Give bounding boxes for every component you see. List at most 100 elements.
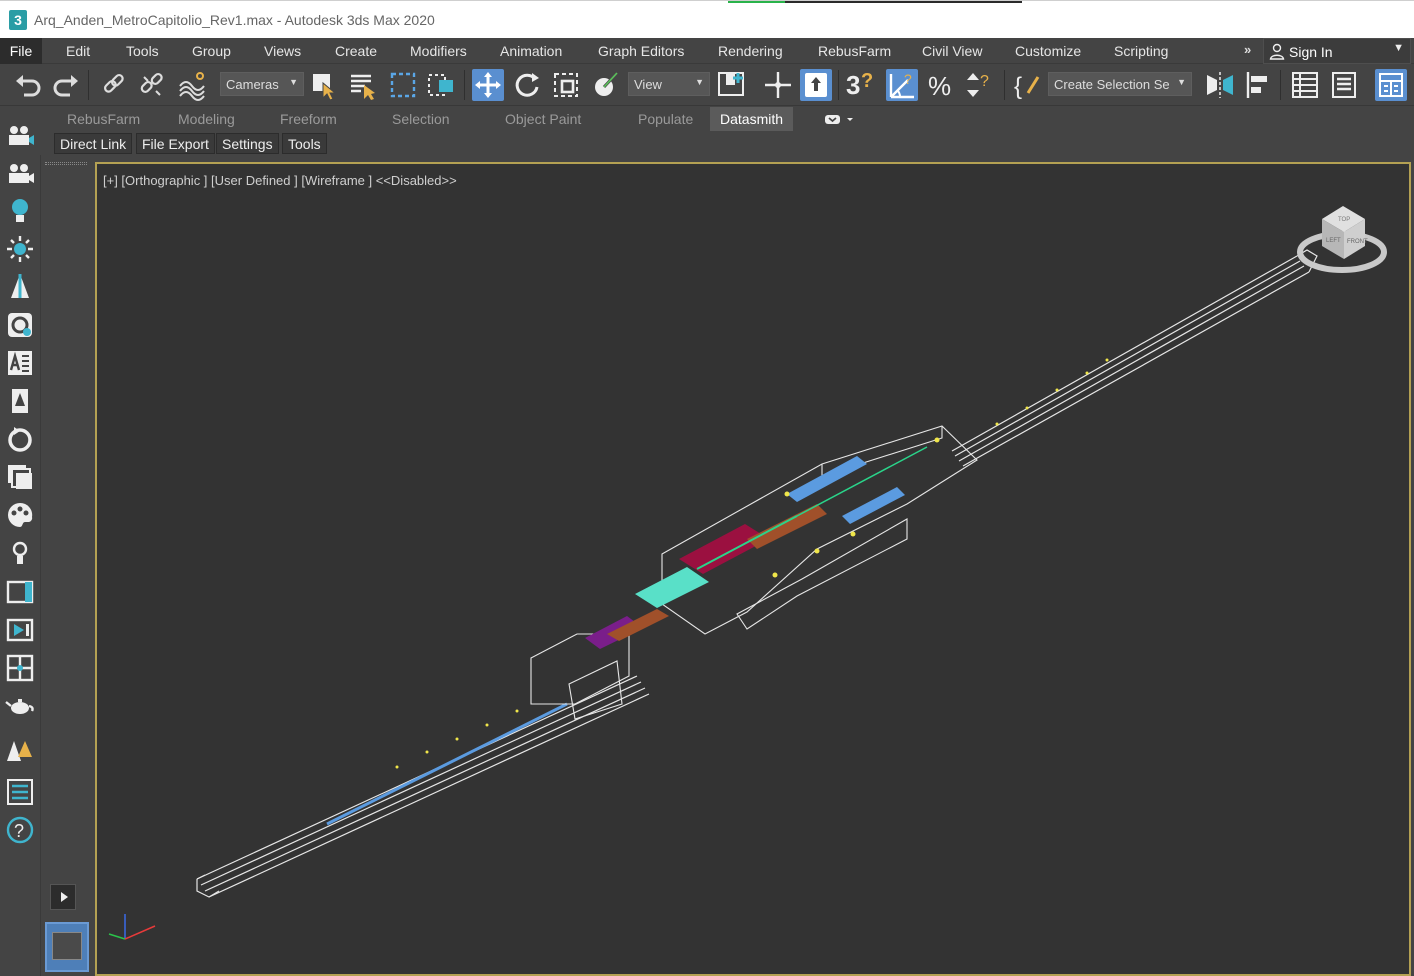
- track-blue: [326, 702, 568, 826]
- unlink-icon[interactable]: [136, 69, 168, 101]
- tab-rebusfarm[interactable]: RebusFarm: [67, 111, 140, 127]
- direct-link-button[interactable]: Direct Link: [54, 133, 133, 154]
- tab-populate[interactable]: Populate: [638, 111, 693, 127]
- menu-civil-view[interactable]: Civil View: [922, 43, 982, 59]
- menu-rebusfarm[interactable]: RebusFarm: [818, 43, 891, 59]
- chevron-down-icon: ▼: [1393, 42, 1404, 54]
- toolbar-separator: [464, 70, 465, 100]
- viewcube-front-label: FRONT: [1347, 239, 1368, 245]
- spinner-snap-icon[interactable]: ?: [963, 69, 995, 101]
- select-manipulate-icon[interactable]: [762, 69, 794, 101]
- angle-snap-icon[interactable]: ?: [886, 69, 918, 101]
- snaps-toggle-icon[interactable]: 3?: [846, 69, 878, 101]
- atom-icon[interactable]: [5, 310, 35, 340]
- menu-edit[interactable]: Edit: [66, 43, 90, 59]
- window-crossing-icon[interactable]: [425, 69, 457, 101]
- help-icon[interactable]: ?: [5, 815, 35, 845]
- scene-explorer-icon[interactable]: [1289, 69, 1321, 101]
- menu-graph-editors[interactable]: Graph Editors: [598, 43, 684, 59]
- mirror-icon[interactable]: [1204, 69, 1236, 101]
- light-bulb-icon[interactable]: [5, 196, 35, 226]
- question-mark-icon: ?: [861, 70, 874, 92]
- select-and-move-icon[interactable]: [472, 69, 504, 101]
- expand-panel-button[interactable]: [50, 884, 76, 910]
- edit-named-selection-icon[interactable]: {: [1012, 69, 1044, 101]
- tree-icon[interactable]: [5, 272, 35, 302]
- pivot-center-icon[interactable]: [716, 69, 748, 101]
- menu-bar: File Edit Tools Group Views Create Modif…: [0, 38, 1414, 64]
- toolbar-separator: [1280, 70, 1281, 100]
- layer-explorer-icon[interactable]: [1328, 69, 1360, 101]
- camera-icon[interactable]: [5, 159, 35, 189]
- reference-coordinate-dropdown[interactable]: View ▼: [628, 72, 710, 96]
- keyboard-shortcut-override-icon[interactable]: [800, 69, 832, 101]
- redo-icon[interactable]: [50, 69, 82, 101]
- rectangular-selection-icon[interactable]: [387, 69, 419, 101]
- svg-text:{: {: [1014, 73, 1022, 100]
- tab-object-paint[interactable]: Object Paint: [505, 111, 581, 127]
- svg-text:%: %: [928, 71, 951, 101]
- select-and-link-icon[interactable]: [98, 69, 130, 101]
- view-cube[interactable]: TOP LEFT FRONT: [1297, 206, 1387, 273]
- toggle-ribbon-icon[interactable]: [1375, 69, 1407, 101]
- layers-icon[interactable]: [5, 462, 35, 492]
- populate-icon[interactable]: [5, 737, 35, 767]
- material-browser-icon[interactable]: [5, 348, 35, 378]
- palette-icon[interactable]: [5, 500, 35, 530]
- render-frame-icon[interactable]: [5, 615, 35, 645]
- tab-datasmith[interactable]: Datasmith: [710, 107, 794, 131]
- viewcube-top-label: TOP: [1338, 217, 1350, 223]
- sign-in-button[interactable]: Sign In ▼: [1263, 38, 1411, 64]
- teapot-icon[interactable]: [5, 691, 35, 721]
- menu-tools[interactable]: Tools: [126, 43, 159, 59]
- tab-freeform[interactable]: Freeform: [280, 111, 337, 127]
- ribbon-options-icon[interactable]: [823, 112, 857, 126]
- sun-icon[interactable]: [5, 234, 35, 264]
- viewport-layout-icon[interactable]: [5, 653, 35, 683]
- svg-text:?: ?: [980, 73, 989, 90]
- panel-grip[interactable]: [45, 162, 87, 165]
- select-and-place-icon[interactable]: [590, 69, 622, 101]
- menu-scripting[interactable]: Scripting: [1114, 43, 1168, 59]
- tab-selection[interactable]: Selection: [392, 111, 450, 127]
- station-structure: [530, 425, 978, 720]
- menu-customize[interactable]: Customize: [1015, 43, 1081, 59]
- settings-button[interactable]: Settings: [216, 133, 279, 154]
- undo-icon[interactable]: [12, 69, 44, 101]
- toolbar-separator: [838, 70, 839, 100]
- camera-group-icon[interactable]: [5, 121, 35, 151]
- bind-to-space-warp-icon[interactable]: [176, 69, 208, 101]
- menu-file[interactable]: File: [0, 38, 42, 64]
- rotate-icon[interactable]: [5, 424, 35, 454]
- select-by-name-icon[interactable]: [347, 69, 379, 101]
- menu-group[interactable]: Group: [192, 43, 231, 59]
- selection-filter-dropdown[interactable]: Cameras ▼: [220, 72, 304, 96]
- tools-button[interactable]: Tools: [282, 133, 327, 154]
- menu-create[interactable]: Create: [335, 43, 377, 59]
- named-selection-dropdown[interactable]: Create Selection Se ▼: [1048, 72, 1192, 96]
- axis-gizmo: [108, 914, 156, 940]
- viewcube-left-label: LEFT: [1326, 238, 1341, 244]
- menu-animation[interactable]: Animation: [500, 43, 562, 59]
- percent-snap-icon[interactable]: %: [925, 69, 957, 101]
- align-icon[interactable]: [1243, 69, 1275, 101]
- svg-text:?: ?: [904, 71, 912, 87]
- app-icon[interactable]: 3: [9, 10, 27, 30]
- light-icon[interactable]: [5, 538, 35, 568]
- menu-modifiers[interactable]: Modifiers: [410, 43, 467, 59]
- viewport[interactable]: [+] [Orthographic ] [User Defined ] [Wir…: [95, 162, 1411, 976]
- file-export-button[interactable]: File Export: [136, 133, 215, 154]
- window-icon[interactable]: [5, 577, 35, 607]
- tab-modeling[interactable]: Modeling: [178, 111, 235, 127]
- select-and-scale-icon[interactable]: [550, 69, 582, 101]
- select-and-rotate-icon[interactable]: [511, 69, 543, 101]
- menu-overflow[interactable]: »: [1244, 42, 1251, 57]
- title-accent: [728, 1, 785, 3]
- tree-list-icon[interactable]: [5, 386, 35, 416]
- menu-rendering[interactable]: Rendering: [718, 43, 783, 59]
- select-object-icon[interactable]: [308, 69, 340, 101]
- play-icon: [61, 892, 68, 902]
- list-icon[interactable]: [5, 777, 35, 807]
- menu-views[interactable]: Views: [264, 43, 301, 59]
- maximize-viewport-button[interactable]: [45, 922, 89, 972]
